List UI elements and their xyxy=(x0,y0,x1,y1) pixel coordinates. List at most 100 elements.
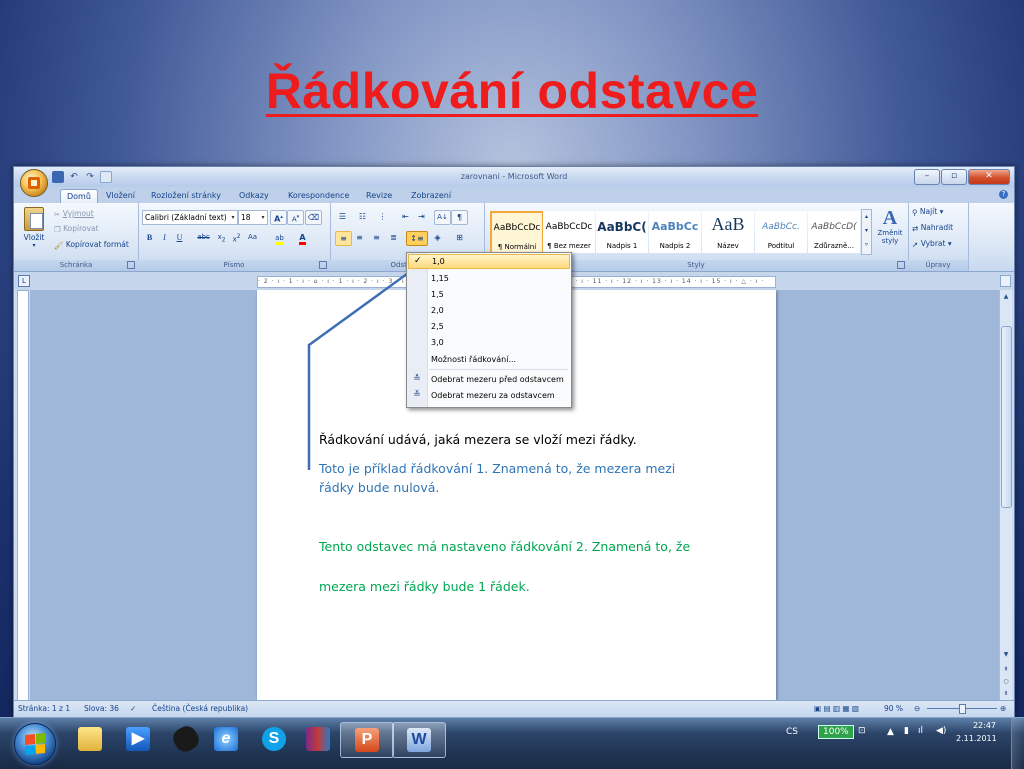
vertical-scrollbar[interactable]: ▲ ▼ ⇞ ○ ⇟ xyxy=(999,290,1012,700)
highlight-icon[interactable]: ab xyxy=(272,231,287,245)
line-spacing-options-link[interactable]: Možnosti řádkování... xyxy=(429,352,568,367)
page-count[interactable]: Stránka: 1 z 1 xyxy=(18,704,70,713)
line-spacing-button[interactable]: ↕≡ xyxy=(406,231,428,246)
shrink-font-icon[interactable]: A▾ xyxy=(287,210,304,225)
font-launcher-icon[interactable] xyxy=(319,261,327,269)
styles-scroll[interactable]: ▴ ▾ ▿ xyxy=(861,209,872,255)
sort-icon[interactable]: A↓ xyxy=(434,210,451,225)
zoom-out-icon[interactable]: ⊖ xyxy=(914,704,920,713)
justify-icon[interactable]: ≣ xyxy=(386,231,401,244)
tab-mailings[interactable]: Korespondence xyxy=(282,189,355,203)
change-case-icon[interactable]: Aa xyxy=(245,231,260,244)
taskbar-winrar[interactable] xyxy=(292,722,344,756)
view-buttons[interactable]: ▣ ▤ ▥ ▦ ▧ xyxy=(814,704,859,713)
language-indicator[interactable]: CS xyxy=(786,727,798,737)
increase-indent-icon[interactable]: ⇥ xyxy=(414,210,429,223)
decrease-indent-icon[interactable]: ⇤ xyxy=(398,210,413,223)
tab-selector-icon[interactable]: L xyxy=(18,275,30,287)
taskbar-internet-explorer[interactable]: e xyxy=(200,722,252,756)
align-left-icon[interactable]: ≡ xyxy=(335,231,352,246)
line-spacing-option-1-15[interactable]: 1,15 xyxy=(429,271,568,286)
show-marks-icon[interactable]: ¶ xyxy=(451,210,468,225)
tab-view[interactable]: Zobrazení xyxy=(405,189,457,203)
numbering-icon[interactable]: ☷ xyxy=(355,210,370,223)
office-button[interactable] xyxy=(20,169,48,197)
line-spacing-option-1-0[interactable]: ✓ 1,0 xyxy=(408,254,570,269)
clear-formatting-icon[interactable]: ⌫ xyxy=(305,210,322,225)
volume-icon[interactable]: ◀) xyxy=(936,726,946,736)
help-icon[interactable]: ? xyxy=(999,190,1008,199)
scroll-down-icon[interactable]: ▼ xyxy=(1001,650,1011,660)
shading-icon[interactable]: ◈ xyxy=(430,231,445,244)
line-spacing-option-3-0[interactable]: 3,0 xyxy=(429,335,568,350)
zoom-slider[interactable] xyxy=(927,704,997,714)
maximize-button[interactable]: ▫ xyxy=(941,169,967,185)
subscript-icon[interactable]: x2 xyxy=(214,231,229,244)
tab-page-layout[interactable]: Rozložení stránky xyxy=(145,189,227,203)
font-name-select[interactable]: Calibri (Základní text) ▾ xyxy=(142,210,238,225)
zoom-level[interactable]: 90 % xyxy=(884,704,903,713)
word-count[interactable]: Slova: 36 xyxy=(84,704,119,713)
tab-home[interactable]: Domů xyxy=(60,189,98,203)
zoom-slider-thumb[interactable] xyxy=(959,704,966,714)
strikethrough-icon[interactable]: abc xyxy=(196,231,211,244)
style-heading-1[interactable]: AaBbC( Nadpis 1 xyxy=(596,211,648,253)
grow-font-icon[interactable]: A▴ xyxy=(270,210,287,225)
scroll-thumb[interactable] xyxy=(1001,326,1012,508)
previous-page-icon[interactable]: ⇞ xyxy=(1001,665,1011,675)
battery-indicator[interactable]: 100% xyxy=(818,725,854,739)
minimize-button[interactable]: – xyxy=(914,169,940,185)
line-spacing-option-1-5[interactable]: 1,5 xyxy=(429,287,568,302)
cut-button[interactable]: ✂ Vyjmout xyxy=(54,209,94,219)
align-right-icon[interactable]: ≡ xyxy=(369,231,384,244)
taskbar-media-player[interactable]: ▶ xyxy=(112,722,164,756)
line-spacing-option-2-0[interactable]: 2,0 xyxy=(429,303,568,318)
clock-time[interactable]: 22:47 xyxy=(962,721,996,730)
style-no-spacing[interactable]: AaBbCcDc ¶ Bez mezer xyxy=(543,211,595,253)
close-button[interactable]: ✕ xyxy=(968,169,1010,185)
network-status-icon[interactable]: ⊡ xyxy=(858,726,866,736)
borders-icon[interactable]: ⊞ xyxy=(452,231,467,244)
proofing-icon[interactable]: ✓ xyxy=(130,704,136,713)
signal-icon[interactable]: ıl xyxy=(918,726,923,736)
style-heading-2[interactable]: AaBbCc Nadpis 2 xyxy=(649,211,701,253)
bullets-icon[interactable]: ☰ xyxy=(335,210,350,223)
taskbar-word[interactable]: W xyxy=(392,722,446,758)
next-page-icon[interactable]: ⇟ xyxy=(1001,689,1011,699)
select-button[interactable]: ➚ Vybrat ▾ xyxy=(912,239,952,249)
paste-button[interactable]: Vložit ▾ xyxy=(20,207,48,249)
view-ruler-icon[interactable] xyxy=(1000,275,1011,287)
language-status[interactable]: Čeština (Česká republika) xyxy=(152,704,248,713)
vertical-ruler[interactable] xyxy=(17,290,29,702)
style-normal[interactable]: AaBbCcDc ¶ Normální xyxy=(490,211,544,255)
superscript-icon[interactable]: x2 xyxy=(229,231,244,244)
taskbar-explorer[interactable] xyxy=(64,722,116,756)
italic-icon[interactable]: I xyxy=(157,231,172,244)
clipboard-launcher-icon[interactable] xyxy=(127,261,135,269)
copy-button[interactable]: ❐ Kopírovat xyxy=(54,224,99,234)
line-spacing-option-2-5[interactable]: 2,5 xyxy=(429,319,568,334)
zoom-in-icon[interactable]: ⊕ xyxy=(1000,704,1006,713)
tab-review[interactable]: Revize xyxy=(360,189,398,203)
browse-object-icon[interactable]: ○ xyxy=(1001,677,1011,687)
start-button[interactable] xyxy=(14,723,56,765)
multilevel-list-icon[interactable]: ⋮ xyxy=(375,210,390,223)
replace-button[interactable]: ⇄ Nahradit xyxy=(912,223,953,233)
styles-launcher-icon[interactable] xyxy=(897,261,905,269)
style-emphasis[interactable]: AaBbCcD( Zdůrazně... xyxy=(808,211,860,253)
style-subtitle[interactable]: AaBbCc. Podtitul xyxy=(755,211,807,253)
remove-space-after-item[interactable]: Odebrat mezeru za odstavcem xyxy=(429,388,568,403)
font-size-select[interactable]: 18 ▾ xyxy=(238,210,268,225)
find-button[interactable]: ⚲ Najít ▾ xyxy=(912,207,943,217)
change-styles-button[interactable]: A Změnit styly xyxy=(874,207,906,245)
taskbar-powerpoint[interactable]: P xyxy=(340,722,394,758)
font-color-icon[interactable]: A xyxy=(295,231,310,245)
show-hidden-icons-icon[interactable]: ▲ xyxy=(887,727,894,737)
bold-icon[interactable]: B xyxy=(142,231,157,244)
clock-date[interactable]: 2.11.2011 xyxy=(956,734,997,743)
scroll-up-icon[interactable]: ▲ xyxy=(1001,292,1011,302)
tab-references[interactable]: Odkazy xyxy=(233,189,275,203)
underline-icon[interactable]: U xyxy=(172,231,187,244)
tab-insert[interactable]: Vložení xyxy=(100,189,141,203)
align-center-icon[interactable]: ≡ xyxy=(352,231,367,244)
